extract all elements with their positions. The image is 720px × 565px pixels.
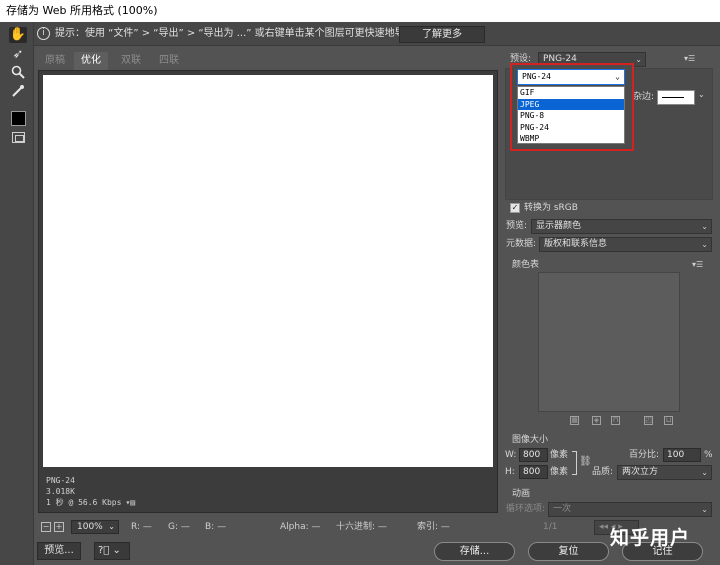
reset-button[interactable]: 复位 bbox=[528, 542, 609, 561]
color-table-menu-icon[interactable]: ▾☰ bbox=[692, 260, 703, 269]
hint-text: 提示：使用 “文件” > “导出” > “导出为 ...” 或右键单击某个图层可… bbox=[55, 28, 435, 39]
window-title: 存储为 Web 所用格式 (100%) bbox=[0, 0, 720, 22]
width-input[interactable]: 800 bbox=[519, 448, 548, 462]
panel-menu-icon[interactable]: ▾☰ bbox=[684, 54, 695, 63]
preview-label: 预览: bbox=[506, 221, 528, 231]
status-r: R: — bbox=[131, 522, 152, 532]
info-format: PNG-24 bbox=[46, 476, 75, 485]
chevron-down-icon: ⌄ bbox=[701, 222, 708, 231]
percent-unit: % bbox=[704, 450, 713, 460]
status-bar: − + 100% ⌄ R: — G: — B: — Alpha: — 十六进制: … bbox=[38, 518, 498, 536]
tools-panel: ✋ ➶ bbox=[0, 22, 34, 565]
quality-label: 品质: bbox=[592, 467, 614, 477]
lock-color-icon[interactable]: ⊓ bbox=[611, 416, 620, 425]
metadata-select[interactable]: 版权和联系信息 ⌄ bbox=[539, 237, 712, 252]
tab-4-up[interactable]: 四联 bbox=[152, 52, 186, 70]
status-hex: 十六进制: — bbox=[336, 522, 387, 532]
metadata-value: 版权和联系信息 bbox=[544, 239, 608, 249]
map-selected-colors-icon[interactable]: ▦ bbox=[570, 416, 579, 425]
status-g: G: — bbox=[168, 522, 190, 532]
width-unit: 像素 bbox=[550, 450, 569, 460]
image-size-title: 图像大小 bbox=[512, 435, 549, 445]
color-table bbox=[538, 272, 680, 412]
animation-title: 动画 bbox=[512, 489, 531, 499]
zoom-value: 100% bbox=[77, 522, 103, 532]
color-table-title: 颜色表 bbox=[512, 260, 540, 270]
format-option-png24[interactable]: PNG-24 bbox=[518, 122, 624, 134]
percent-input[interactable]: 100 bbox=[663, 448, 701, 462]
metadata-label: 元数据: bbox=[506, 239, 537, 249]
hint-bar: i 提示：使用 “文件” > “导出” > “导出为 ...” 或右键单击某个图… bbox=[34, 22, 720, 46]
web-shift-icon[interactable]: ◈ bbox=[592, 416, 601, 425]
chevron-down-icon: ⌄ bbox=[615, 72, 620, 81]
trash-icon[interactable]: ⊔ bbox=[664, 416, 673, 425]
link-proportions-icon[interactable]: ⛓ bbox=[579, 456, 592, 467]
format-select[interactable]: PNG-24 ⌄ bbox=[517, 69, 625, 85]
tab-optimized[interactable]: 优化 bbox=[74, 52, 108, 70]
preview-in-browser-button[interactable]: 预览... bbox=[37, 542, 81, 560]
constrain-bracket bbox=[572, 451, 577, 475]
matte-color-swatch[interactable] bbox=[657, 90, 695, 105]
browser-select-button[interactable]: ?⃝ ⌄ bbox=[94, 542, 130, 560]
preview-value: 显示器颜色 bbox=[536, 221, 582, 231]
format-dropdown-highlight: PNG-24 ⌄ GIF JPEG PNG-8 PNG-24 WBMP bbox=[510, 63, 634, 151]
zoom-select[interactable]: 100% ⌄ bbox=[71, 520, 119, 534]
chevron-down-icon[interactable]: ⌄ bbox=[698, 90, 705, 99]
height-label: H: bbox=[505, 467, 515, 477]
zoom-in-icon[interactable]: + bbox=[54, 522, 64, 532]
zoom-tool-icon[interactable] bbox=[9, 65, 27, 81]
loop-select[interactable]: 一次 ⌄ bbox=[548, 502, 712, 517]
format-option-gif[interactable]: GIF bbox=[518, 87, 624, 99]
help-browser-icon: ?⃝ bbox=[98, 545, 110, 556]
width-label: W: bbox=[505, 450, 517, 460]
format-option-jpeg[interactable]: JPEG bbox=[518, 98, 624, 111]
new-color-icon[interactable]: ◰ bbox=[644, 416, 653, 425]
info-icon: i bbox=[37, 27, 50, 40]
eyedropper-color-swatch[interactable] bbox=[11, 111, 26, 126]
preview-frame: PNG-24 3.018K 1 秒 @ 56.6 Kbps ▾▤ bbox=[38, 70, 498, 513]
download-speed-menu-icon[interactable]: ▾▤ bbox=[125, 498, 135, 507]
chevron-down-icon: ⌄ bbox=[701, 505, 708, 514]
toggle-slices-visibility-icon[interactable] bbox=[12, 132, 25, 143]
info-file-size: 3.018K bbox=[46, 487, 75, 496]
preview-select[interactable]: 显示器颜色 ⌄ bbox=[531, 219, 712, 234]
status-index: 索引: — bbox=[417, 522, 450, 532]
percent-label: 百分比: bbox=[629, 450, 660, 460]
format-selected-value: PNG-24 bbox=[522, 72, 551, 81]
chevron-down-icon: ⌄ bbox=[112, 545, 121, 556]
quality-value: 两次立方 bbox=[622, 467, 659, 477]
convert-srgb-label: 转换为 sRGB bbox=[524, 203, 578, 213]
eyedropper-tool-icon[interactable] bbox=[9, 84, 27, 100]
height-input[interactable]: 800 bbox=[519, 465, 548, 479]
status-b: B: — bbox=[205, 522, 227, 532]
quality-select[interactable]: 两次立方 ⌄ bbox=[617, 465, 712, 480]
save-button[interactable]: 存储... bbox=[434, 542, 515, 561]
learn-more-button[interactable]: 了解更多 bbox=[399, 26, 485, 43]
frame-counter: 1/1 bbox=[543, 522, 558, 532]
chevron-down-icon: ⌄ bbox=[701, 240, 708, 249]
convert-srgb-checkbox[interactable]: ✓ bbox=[510, 203, 520, 213]
watermark: 知乎用户 bbox=[610, 527, 691, 549]
chevron-down-icon: ⌄ bbox=[701, 468, 708, 477]
loop-value: 一次 bbox=[553, 504, 572, 514]
status-alpha: Alpha: — bbox=[280, 522, 321, 532]
optimization-info: PNG-24 3.018K 1 秒 @ 56.6 Kbps ▾▤ bbox=[46, 475, 135, 508]
image-preview[interactable] bbox=[43, 75, 493, 467]
slice-select-tool-icon[interactable]: ➶ bbox=[9, 47, 27, 63]
format-options-list: GIF JPEG PNG-8 PNG-24 WBMP bbox=[517, 86, 625, 144]
chevron-down-icon: ⌄ bbox=[635, 55, 642, 64]
format-option-png8[interactable]: PNG-8 bbox=[518, 110, 624, 122]
info-download-time: 1 秒 @ 56.6 Kbps bbox=[46, 498, 122, 507]
hand-tool-icon[interactable]: ✋ bbox=[9, 27, 27, 43]
tab-2-up[interactable]: 双联 bbox=[114, 52, 148, 70]
chevron-down-icon: ⌄ bbox=[108, 522, 115, 531]
format-option-wbmp[interactable]: WBMP bbox=[518, 133, 624, 145]
zoom-out-icon[interactable]: − bbox=[41, 522, 51, 532]
tab-original[interactable]: 原稿 bbox=[38, 52, 72, 70]
matte-label: 杂边: bbox=[633, 92, 655, 102]
loop-label: 循环选项: bbox=[506, 504, 546, 514]
height-unit: 像素 bbox=[550, 467, 569, 477]
